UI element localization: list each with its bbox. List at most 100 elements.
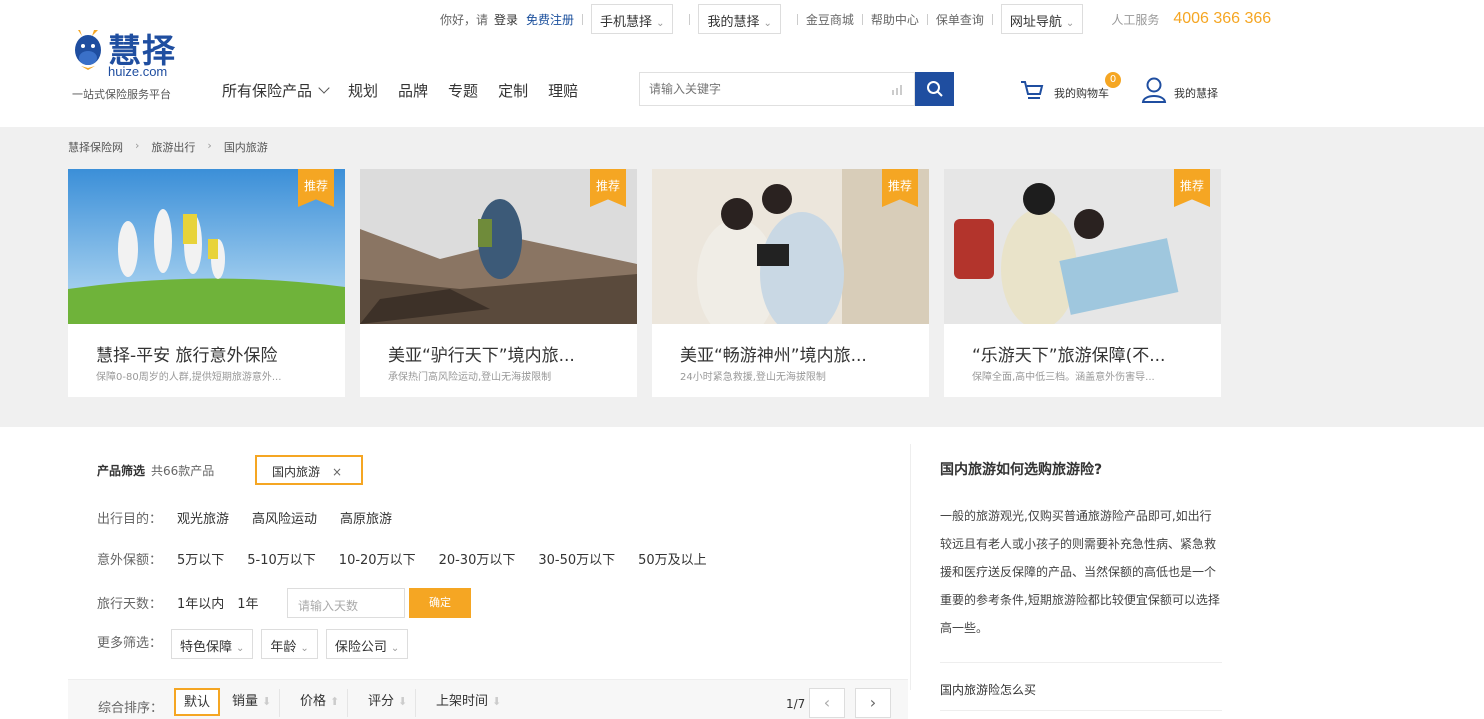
policy-query-link[interactable]: 保单查询 [936, 11, 984, 28]
arrow-down-icon: ⬇ [492, 695, 502, 708]
filter-option[interactable]: 5万以下 [177, 549, 224, 568]
horse-mascot-icon [75, 30, 101, 70]
my-huize-link[interactable]: 我的慧择 [698, 4, 781, 34]
card-description: 保障0-80周岁的人群,提供短期旅游意外... [96, 372, 282, 383]
nav-all-products[interactable]: 所有保险产品 [222, 80, 328, 101]
age-dropdown[interactable]: 年龄 [261, 629, 318, 659]
my-account-label: 我的慧择 [1174, 87, 1218, 100]
divider [940, 710, 1222, 711]
jindou-mall-link[interactable]: 金豆商城 [806, 11, 854, 28]
main-nav: 所有保险产品 规划 品牌 专题 定制 理赔 [222, 80, 598, 101]
prev-page-button[interactable]: ‹ [809, 688, 845, 718]
filter-label: 意外保额： [97, 553, 163, 568]
filter-label: 更多筛选： [97, 635, 163, 651]
cart-icon [1021, 81, 1044, 99]
product-count: 共66款产品 [151, 464, 215, 478]
card-title: 美亚“驴行天下”境内旅... [388, 346, 575, 366]
days-input[interactable]: 请输入天数 [287, 588, 405, 618]
arrow-down-icon: ⬇ [262, 695, 272, 708]
nav-custom[interactable]: 定制 [498, 80, 528, 101]
product-card[interactable]: 推荐 “乐游天下”旅游保障(不... 保障全面,高中低三档。涵盖意外伤害导... [944, 169, 1221, 397]
breadcrumb-travel[interactable]: 旅游出行 [151, 139, 195, 155]
voice-bars-icon [892, 85, 902, 95]
filter-option[interactable]: 10-20万以下 [339, 549, 416, 568]
nav-brand[interactable]: 品牌 [398, 80, 428, 101]
filter-row-days: 旅行天数： 1年以内 1年 [97, 593, 282, 612]
sort-listed-time[interactable]: 上架时间 ⬇ [428, 689, 509, 717]
product-card[interactable]: 推荐 慧择-平安 旅行意外保险 保障0-80周岁的人群,提供短期旅游意外... [68, 169, 345, 397]
breadcrumb: 慧择保险网 › 旅游出行 › 国内旅游 [68, 139, 268, 155]
register-link[interactable]: 免费注册 [526, 11, 574, 28]
mobile-huize-link[interactable]: 手机慧择 [591, 4, 674, 34]
search-icon [926, 81, 943, 97]
hotline-number: 4006 366 366 [1173, 10, 1272, 27]
card-title: 慧择-平安 旅行意外保险 [96, 346, 278, 366]
filter-title: 产品筛选 [97, 464, 146, 478]
sort-default[interactable]: 默认 [174, 688, 221, 716]
chevron-right-icon: › [869, 693, 877, 712]
card-description: 承保热门高风险运动,登山无海拔限制 [388, 372, 552, 383]
chevron-left-icon: ‹ [823, 693, 831, 712]
product-card[interactable]: 推荐 美亚“畅游神州”境内旅... 24小时紧急救援,登山无海拔限制 [652, 169, 929, 397]
top-bar: 你好，请 登录 免费注册 手机慧择 我的慧择 金豆商城 帮助中心 保单查询 网址… [0, 0, 1484, 34]
sort-rating[interactable]: 评分 ⬇ [360, 689, 417, 717]
filter-option[interactable]: 50万及以上 [638, 549, 707, 568]
nav-topics[interactable]: 专题 [448, 80, 478, 101]
filter-option[interactable]: 观光旅游 [177, 508, 229, 527]
slogan: 一站式保险服务平台 [72, 88, 171, 101]
filter-header: 产品筛选 共66款产品 [97, 462, 214, 479]
filter-label: 旅行天数： [97, 597, 163, 612]
card-description: 24小时紧急救援,登山无海拔限制 [680, 372, 826, 383]
filter-option[interactable]: 1年 [237, 593, 258, 612]
arrow-down-icon: ⬇ [398, 695, 408, 708]
filter-option[interactable]: 20-30万以下 [439, 549, 516, 568]
feature-dropdown[interactable]: 特色保障 [171, 629, 254, 659]
active-filter-chip[interactable]: 国内旅游 × [255, 455, 363, 485]
filter-option[interactable]: 30-50万以下 [538, 549, 615, 568]
cart-count-badge: 0 [1105, 72, 1121, 88]
filter-row-coverage: 意外保额： 5万以下 5-10万以下 10-20万以下 20-30万以下 30-… [97, 549, 730, 568]
card-title: “乐游天下”旅游保障(不... [972, 346, 1166, 366]
sort-label: 价格 [300, 694, 327, 709]
insurer-dropdown[interactable]: 保险公司 [325, 629, 409, 659]
nav-claims[interactable]: 理赔 [548, 80, 578, 101]
confirm-button[interactable]: 确定 [409, 588, 471, 618]
close-icon[interactable]: × [332, 465, 342, 479]
user-icon [1141, 77, 1167, 103]
search-box [639, 72, 915, 106]
chip-label: 国内旅游 [272, 465, 321, 479]
filter-row-purpose: 出行目的： 观光旅游 高风险运动 高原旅游 [97, 508, 415, 527]
product-card[interactable]: 推荐 美亚“驴行天下”境内旅... 承保热门高风险运动,登山无海拔限制 [360, 169, 637, 397]
next-page-button[interactable]: › [855, 688, 891, 718]
sort-label: 销量 [232, 694, 259, 709]
sort-sales[interactable]: 销量 ⬇ [224, 689, 281, 717]
sidebar-body: 一般的旅游观光,仅购买普通旅游险产品即可,如出行较远且有老人或小孩子的则需要补充… [940, 509, 1220, 635]
help-center-link[interactable]: 帮助中心 [871, 11, 919, 28]
divider [940, 662, 1222, 663]
page-indicator: 1/7 [786, 697, 806, 711]
filter-option[interactable]: 5-10万以下 [247, 549, 316, 568]
chevron-right-icon: › [135, 139, 140, 152]
search-button[interactable] [915, 72, 954, 106]
filter-option[interactable]: 高风险运动 [252, 508, 317, 527]
greeting-text: 你好，请 [440, 12, 489, 27]
filter-option[interactable]: 1年以内 [177, 593, 224, 612]
search-input[interactable] [640, 73, 880, 105]
login-link[interactable]: 登录 [494, 11, 518, 28]
chevron-right-icon: › [207, 139, 212, 152]
filter-option[interactable]: 高原旅游 [340, 508, 392, 527]
manual-service-link[interactable]: 人工服务 [1111, 11, 1159, 28]
sort-price[interactable]: 价格 ⬆ [292, 689, 349, 717]
site-nav-link[interactable]: 网址导航 [1000, 4, 1084, 34]
divider [910, 444, 911, 690]
card-title: 美亚“畅游神州”境内旅... [680, 346, 867, 366]
breadcrumb-home[interactable]: 慧择保险网 [68, 139, 123, 155]
sort-label: 综合排序： [98, 701, 164, 716]
filter-label: 出行目的： [97, 512, 163, 527]
sidebar-link[interactable]: 国内旅游险怎么买 [940, 681, 1036, 698]
card-description: 保障全面,高中低三档。涵盖意外伤害导... [972, 372, 1155, 383]
cart-label: 我的购物车 [1054, 87, 1109, 100]
logo-english: huize.com [108, 64, 168, 79]
nav-planning[interactable]: 规划 [348, 80, 378, 101]
breadcrumb-domestic: 国内旅游 [223, 141, 268, 154]
